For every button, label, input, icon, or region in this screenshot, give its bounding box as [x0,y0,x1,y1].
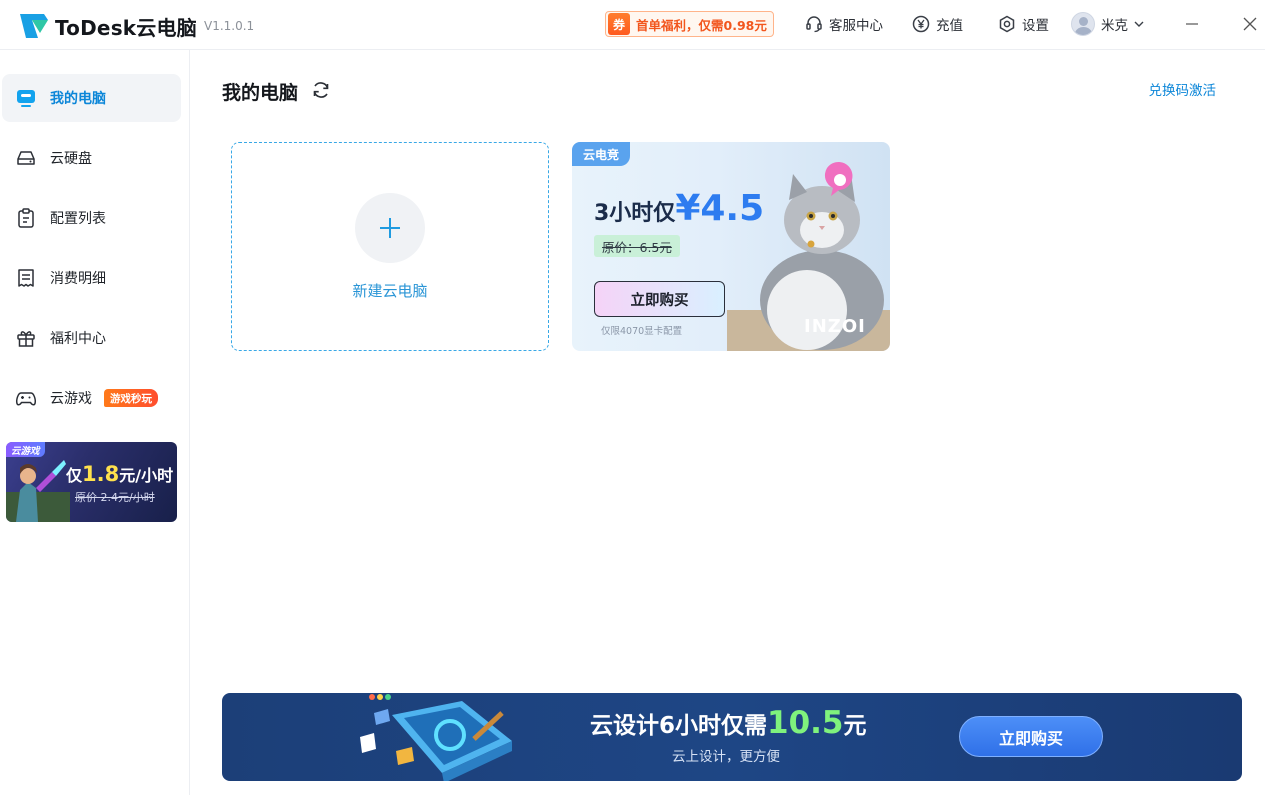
promo-headline: 3小时仅¥4.5 [594,188,764,229]
sidebar-item-label: 消费明细 [50,271,106,287]
promo-note: 仅限4070显卡配置 [601,326,683,337]
sidebar-item-my-computer[interactable]: 我的电脑 [2,74,181,122]
add-button[interactable] [355,193,425,263]
promo-headline-prefix: 3小时仅 [594,201,676,226]
clipboard-icon [18,208,34,228]
recharge-button[interactable]: 充值 [912,13,963,35]
cloud-design-banner[interactable]: 云设计6小时仅需10.5元 云上设计，更方便 立即购买 [222,693,1242,781]
banner-price: 仅1.8元/小时 [66,462,173,486]
new-cloud-computer-card[interactable]: 新建云电脑 [231,142,549,351]
sidebar-item-benefits[interactable]: 福利中心 [2,314,181,362]
app-name: ToDesk云电脑 [55,16,197,40]
minimize-icon [1186,23,1198,25]
buy-now-button[interactable]: 立即购买 [594,281,725,317]
sidebar-item-label: 云游戏 [50,391,92,407]
gift-icon [17,331,35,347]
sidebar-item-label: 云硬盘 [50,151,92,167]
monitor-icon [17,90,35,107]
design-tools-illustration [360,694,512,781]
close-icon [1243,17,1257,31]
settings-button[interactable]: 设置 [998,13,1049,35]
esports-tag: 云电竞 [572,142,631,166]
chevron-down-icon [1134,21,1144,27]
new-cloud-computer-label: 新建云电脑 [352,282,428,300]
app-version: V1.1.0.1 [204,19,255,33]
customer-service-label: 客服中心 [829,18,883,34]
banner-unit: 元 [843,713,867,739]
first-order-promo[interactable]: 券 首单福利，仅需0.98元 [605,11,774,37]
sidebar-item-cloud-gaming[interactable]: 云游戏 游戏秒玩 [2,374,181,422]
sidebar-item-label: 我的电脑 [50,91,106,107]
banner-headline: 云设计6小时仅需10.5元 [590,705,867,741]
gamepad-icon [16,392,36,406]
banner-unit: 元/小时 [119,466,174,485]
gear-icon [999,15,1015,33]
page-title: 我的电脑 [222,82,299,104]
game-character-image [6,460,70,522]
minimize-button[interactable] [1180,12,1204,36]
headset-icon [806,16,822,33]
refresh-icon[interactable] [310,79,332,101]
banner-headline-text: 云设计6小时仅需 [590,713,768,739]
promo-currency: ¥ [675,188,701,229]
esports-promo-card[interactable]: 云电竞 3小时仅¥4.5 原价：6.5元 立即购买 仅限4070显卡配置 INZ… [572,142,890,351]
recharge-label: 充值 [936,18,963,34]
sidebar-item-billing[interactable]: 消费明细 [2,254,181,302]
sidebar-item-cloud-disk[interactable]: 云硬盘 [2,134,181,182]
redeem-code-link[interactable]: 兑换码激活 [1149,79,1217,99]
sidebar-item-label: 福利中心 [50,331,106,347]
receipt-icon [18,269,34,287]
close-button[interactable] [1238,12,1262,36]
user-name: 米克 [1101,18,1128,34]
yuan-coin-icon [912,15,930,33]
hard-drive-icon [17,151,35,165]
inzoi-logo: INZOI [804,316,866,337]
banner-price-value: 1.8 [82,462,120,486]
promo-price: 4.5 [700,188,765,229]
banner-original-price: 原价 2.4元/小时 [75,491,155,504]
promo-original-price: 原价：6.5元 [594,235,680,257]
promo-text: 首单福利，仅需0.98元 [636,17,767,33]
todesk-logo-icon [20,14,48,38]
banner-prefix: 仅 [66,466,83,485]
user-menu[interactable]: 米克 [1071,12,1145,36]
sidebar-item-config-list[interactable]: 配置列表 [2,194,181,242]
banner-price-value: 10.5 [767,705,844,741]
banner-buy-now-button[interactable]: 立即购买 [959,716,1103,757]
cloud-gaming-promo-banner[interactable]: 云游戏 仅1.8元/小时 原价 2.4元/小时 [6,442,177,522]
plus-icon [380,218,400,238]
coupon-icon: 券 [608,13,630,35]
game-instant-badge: 游戏秒玩 [104,389,158,407]
avatar [1071,12,1095,36]
sidebar-item-label: 配置列表 [50,211,106,227]
banner-subline: 云上设计，更方便 [672,749,780,765]
title-bar: ToDesk云电脑 V1.1.0.1 券 首单福利，仅需0.98元 客服中心 充… [0,0,1265,50]
settings-label: 设置 [1022,18,1049,34]
customer-service-button[interactable]: 客服中心 [805,13,883,35]
sidebar: 我的电脑 云硬盘 配置列表 消费明细 福利中心 云游戏 游戏秒玩 云游戏 仅1.… [0,50,190,795]
